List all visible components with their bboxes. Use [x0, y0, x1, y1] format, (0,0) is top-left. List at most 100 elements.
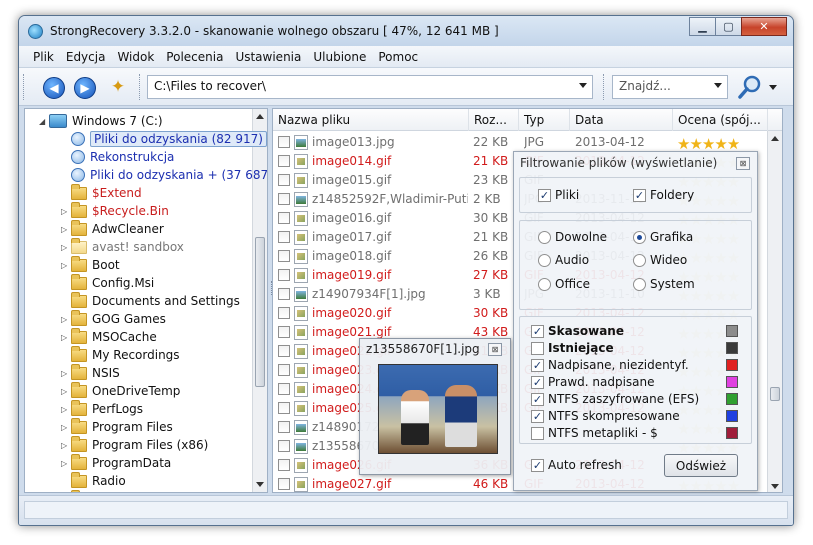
tree-expand-icon[interactable]: ▷	[61, 423, 71, 432]
checkbox[interactable]	[531, 341, 544, 355]
title-bar[interactable]: StrongRecovery 3.3.2.0 - skanowanie woln…	[19, 16, 793, 46]
color-swatch[interactable]	[726, 342, 738, 354]
menu-ulubione[interactable]: Ulubione	[307, 50, 372, 64]
file-checkbox[interactable]	[278, 345, 290, 357]
toolbar-grip[interactable]	[603, 74, 606, 100]
menu-pomoc[interactable]: Pomoc	[372, 50, 424, 64]
radio-graphics[interactable]: Grafika	[633, 230, 693, 244]
status-filter-checkbox[interactable]: ✓ NTFS skompresowane	[531, 409, 680, 423]
file-checkbox[interactable]	[278, 383, 290, 395]
filter-close-button[interactable]: ⊠	[736, 157, 750, 170]
tree-item[interactable]: $Extend	[61, 183, 142, 202]
file-checkbox[interactable]	[278, 212, 290, 224]
filter-folders-checkbox[interactable]: ✓ Foldery	[633, 188, 694, 202]
radio-video[interactable]: Wideo	[633, 253, 687, 267]
radio-button[interactable]	[538, 253, 551, 267]
column-header-type[interactable]: Typ	[519, 109, 570, 131]
path-input[interactable]: C:\Files to recover\	[147, 75, 593, 99]
tree-item[interactable]: ▷ GOG Games	[61, 309, 166, 328]
checkbox[interactable]: ✓	[531, 409, 544, 423]
tree-item[interactable]: ◢ Windows 7 (C:)	[39, 112, 163, 130]
tree-item[interactable]: ▷ OneDriveTemp	[61, 381, 180, 400]
status-filter-checkbox[interactable]: Istniejące	[531, 341, 614, 355]
column-header-date[interactable]: Data	[570, 109, 673, 131]
tree-expand-icon[interactable]: ▷	[61, 369, 71, 378]
file-checkbox[interactable]	[278, 250, 290, 262]
file-checkbox[interactable]	[278, 231, 290, 243]
tree-expand-icon[interactable]: ▷	[61, 333, 71, 342]
checkbox[interactable]: ✓	[531, 358, 544, 372]
file-checkbox[interactable]	[278, 421, 290, 433]
color-swatch[interactable]	[726, 427, 738, 439]
tree-item[interactable]: ▷ Boot	[61, 255, 120, 274]
color-swatch[interactable]	[726, 376, 738, 388]
status-filter-checkbox[interactable]: NTFS metapliki - $	[531, 426, 658, 440]
menu-edycja[interactable]: Edycja	[60, 50, 112, 64]
tree-expand-icon[interactable]: ▷	[61, 225, 71, 234]
scroll-up-icon[interactable]	[771, 136, 779, 141]
list-scrollbar[interactable]	[767, 131, 782, 492]
forward-button[interactable]: ▶	[74, 77, 96, 99]
color-swatch[interactable]	[726, 359, 738, 371]
radio-button[interactable]	[633, 230, 646, 244]
tree-item[interactable]: Rekonstrukcja	[61, 148, 174, 166]
tree-item[interactable]: ▷ NSIS	[61, 363, 120, 382]
tree-item[interactable]: R...	[61, 489, 111, 492]
file-checkbox[interactable]	[278, 136, 290, 148]
tree-item[interactable]: Pliki do odzyskania (82 917)	[61, 130, 267, 148]
radio-system[interactable]: System	[633, 277, 695, 291]
tree-item[interactable]: ▷ ProgramData	[61, 453, 171, 472]
tree-item[interactable]: ▷ avast! sandbox	[61, 237, 184, 256]
tree-item[interactable]: Radio	[61, 471, 126, 490]
tree-item[interactable]: ▷ Program Files	[61, 417, 173, 436]
menu-polecenia[interactable]: Polecenia	[160, 50, 229, 64]
tree-expand-icon[interactable]: ▷	[61, 441, 71, 450]
toolbar-grip[interactable]	[23, 74, 26, 100]
search-dropdown-icon[interactable]	[714, 83, 722, 88]
color-swatch[interactable]	[726, 325, 738, 337]
radio-audio[interactable]: Audio	[538, 253, 589, 267]
up-folder-button[interactable]: ✦	[107, 76, 129, 98]
refresh-button[interactable]: Odśwież	[664, 454, 738, 477]
scroll-up-icon[interactable]	[256, 114, 264, 119]
back-button[interactable]: ◀	[43, 77, 65, 99]
tree-expand-icon[interactable]: ▷	[61, 387, 71, 396]
status-filter-checkbox[interactable]: ✓ Nadpisane, niezidentyf.	[531, 358, 689, 372]
filter-files-checkbox[interactable]: ✓ Pliki	[538, 188, 579, 202]
tree-expand-icon[interactable]: ▷	[61, 459, 71, 468]
file-row[interactable]: image013.jpg 22 KB JPG 2013-04-12 ★★★★★	[273, 133, 768, 153]
radio-office[interactable]: Office	[538, 277, 590, 291]
color-swatch[interactable]	[726, 393, 738, 405]
column-header-name[interactable]: Nazwa pliku	[273, 109, 469, 131]
status-filter-checkbox[interactable]: ✓ Prawd. nadpisane	[531, 375, 655, 389]
close-button[interactable]: ✕	[741, 17, 787, 36]
tree-item[interactable]: My Recordings	[61, 345, 180, 364]
color-swatch[interactable]	[726, 410, 738, 422]
file-checkbox[interactable]	[278, 459, 290, 471]
menu-ustawienia[interactable]: Ustawienia	[229, 50, 307, 64]
auto-refresh-checkbox[interactable]: ✓ Auto refresh	[531, 458, 622, 472]
column-header-rating[interactable]: Ocena (spój...	[673, 109, 768, 131]
tree-scroll-thumb[interactable]	[255, 237, 265, 387]
minimize-button[interactable]: ▁	[689, 17, 716, 36]
checkbox[interactable]: ✓	[531, 324, 544, 338]
search-icon[interactable]	[737, 74, 763, 100]
checkbox[interactable]: ✓	[633, 188, 646, 202]
maximize-button[interactable]: ▢	[715, 17, 742, 36]
file-checkbox[interactable]	[278, 326, 290, 338]
file-checkbox[interactable]	[278, 288, 290, 300]
checkbox[interactable]: ✓	[538, 188, 551, 202]
column-header-size[interactable]: Roz...	[469, 109, 519, 131]
toolbar-grip[interactable]	[139, 74, 142, 100]
status-filter-checkbox[interactable]: ✓ NTFS zaszyfrowane (EFS)	[531, 392, 699, 406]
tree-item[interactable]: Pliki do odzyskania + (37 687)	[61, 166, 267, 184]
radio-button[interactable]	[538, 277, 551, 291]
tree-item[interactable]: ▷ PerfLogs	[61, 399, 143, 418]
path-dropdown-icon[interactable]	[579, 83, 587, 88]
tree-item[interactable]: ▷ MSOCache	[61, 327, 157, 346]
radio-button[interactable]	[633, 253, 646, 267]
file-checkbox[interactable]	[278, 193, 290, 205]
folder-tree[interactable]: ◢ Windows 7 (C:) Pliki do odzyskania (82 9…	[24, 108, 268, 493]
radio-any[interactable]: Dowolne	[538, 230, 607, 244]
scroll-down-icon[interactable]	[256, 482, 264, 487]
